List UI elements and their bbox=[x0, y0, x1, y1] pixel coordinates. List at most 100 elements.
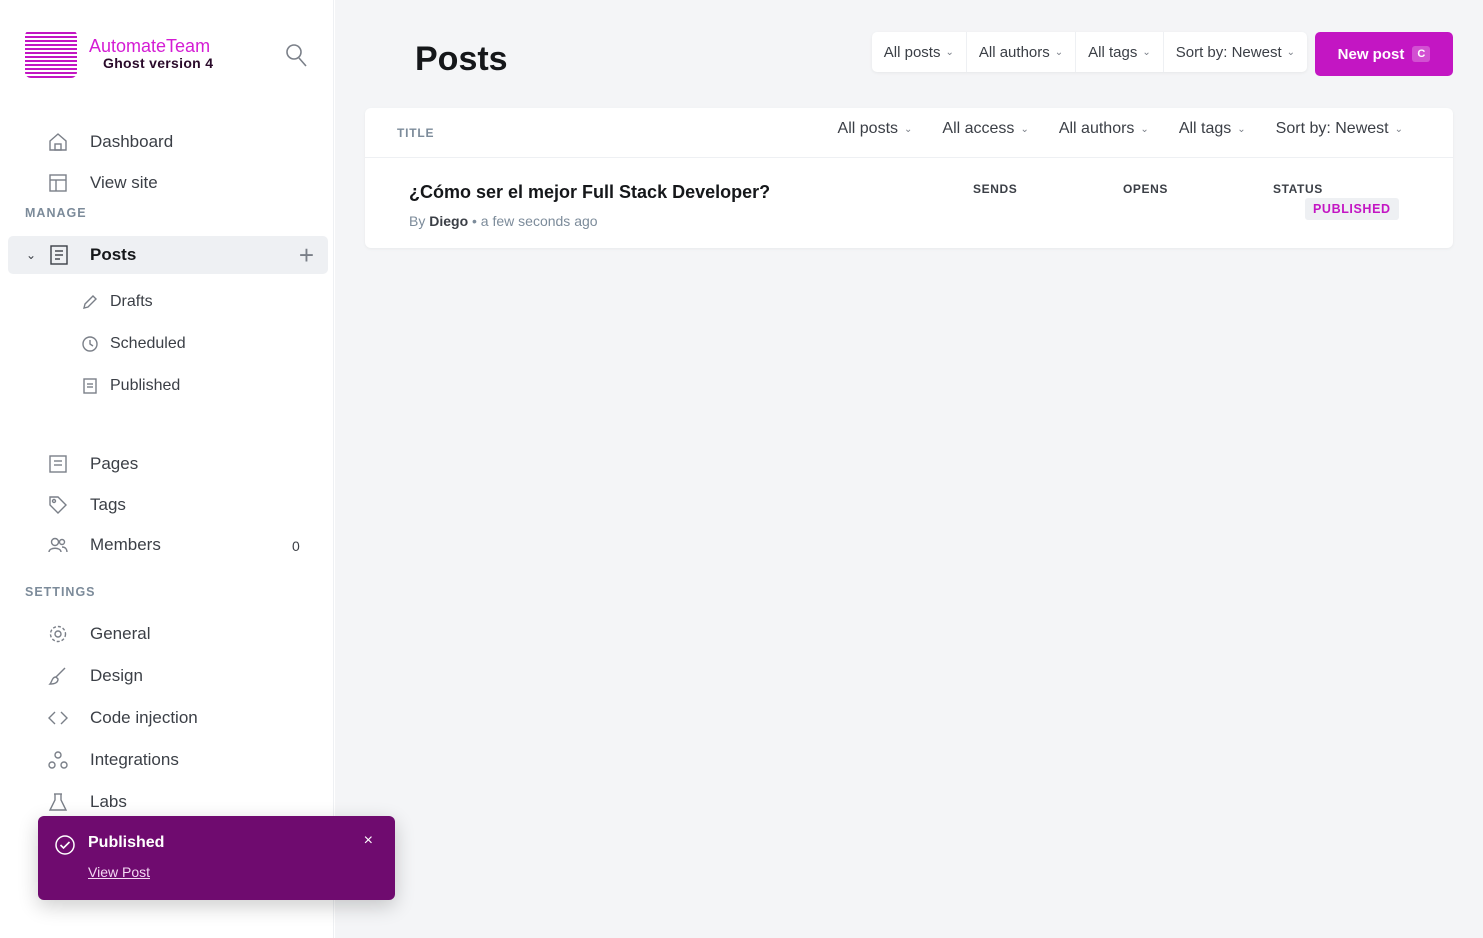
new-post-label: New post bbox=[1337, 45, 1405, 63]
section-label-manage: MANAGE bbox=[25, 206, 87, 220]
table-header: TITLE All posts ⌄ All access ⌄ All authors… bbox=[365, 108, 1453, 158]
table-filter-sort[interactable]: Sort by: Newest ⌄ bbox=[1276, 120, 1403, 138]
filter-label: All tags bbox=[1088, 43, 1138, 61]
posts-icon bbox=[48, 243, 70, 272]
sidebar-item-dashboard[interactable]: Dashboard bbox=[46, 128, 173, 156]
home-icon bbox=[46, 130, 70, 154]
sidebar: AutomateTeam Ghost version 4 Dashboard V… bbox=[0, 0, 334, 938]
table-filter-all-tags[interactable]: All tags ⌄ bbox=[1179, 120, 1246, 138]
sidebar-item-label: Tags bbox=[90, 495, 126, 514]
table-filter-all-access[interactable]: All access ⌄ bbox=[942, 120, 1028, 138]
column-header-title: TITLE bbox=[397, 126, 435, 140]
sidebar-item-label: View site bbox=[90, 173, 158, 192]
post-time: • a few seconds ago bbox=[472, 213, 598, 229]
brand-name: AutomateTeam bbox=[89, 36, 211, 57]
pencil-icon bbox=[83, 295, 97, 309]
sidebar-item-tags[interactable]: Tags bbox=[46, 491, 126, 519]
sidebar-item-design[interactable]: Design bbox=[46, 662, 143, 690]
tag-icon bbox=[46, 493, 70, 517]
filter-label: Sort by: Newest bbox=[1175, 43, 1282, 61]
sidebar-item-label: Code injection bbox=[90, 708, 198, 727]
chevron-down-icon: ⌄ bbox=[1394, 123, 1403, 135]
search-icon[interactable] bbox=[282, 40, 310, 70]
brand[interactable]: AutomateTeam Ghost version 4 bbox=[25, 30, 213, 78]
filter-label: All posts bbox=[837, 120, 899, 137]
sidebar-item-label: Published bbox=[110, 377, 181, 394]
filter-label: All posts bbox=[883, 43, 941, 61]
published-icon bbox=[83, 378, 97, 394]
column-header-status: STATUS bbox=[1273, 182, 1323, 196]
notification-toast: Published View Post × bbox=[38, 816, 395, 900]
close-icon[interactable]: × bbox=[364, 832, 373, 850]
chevron-down-icon: ⌄ bbox=[1237, 123, 1246, 135]
sidebar-subitem-published[interactable]: Published bbox=[80, 373, 180, 399]
brush-icon bbox=[46, 664, 70, 688]
members-count: 0 bbox=[292, 538, 300, 554]
chevron-down-icon: ⌄ bbox=[1020, 123, 1029, 135]
filter-all-tags[interactable]: All tags ⌄ bbox=[1075, 32, 1163, 72]
table-filter-all-posts[interactable]: All posts ⌄ bbox=[838, 120, 913, 138]
integrations-icon bbox=[46, 748, 70, 772]
post-meta: By Diego • a few seconds ago bbox=[409, 213, 598, 229]
flask-icon bbox=[46, 790, 70, 814]
main-content: Posts All posts ⌄ All authors ⌄ All tags ⌄ … bbox=[335, 0, 1483, 938]
filter-label: All authors bbox=[1058, 120, 1135, 137]
gear-icon bbox=[46, 622, 70, 646]
post-author[interactable]: Diego bbox=[429, 213, 468, 229]
filter-bar: All posts ⌄ All authors ⌄ All tags ⌄ Sort b… bbox=[871, 32, 1307, 72]
sidebar-item-label: General bbox=[90, 624, 151, 643]
column-header-sends: SENDS bbox=[973, 182, 1018, 196]
sidebar-item-label: Drafts bbox=[110, 293, 153, 310]
chevron-down-icon[interactable]: ⌄ bbox=[26, 248, 36, 262]
chevron-down-icon: ⌄ bbox=[1054, 46, 1064, 58]
sidebar-subitem-scheduled[interactable]: Scheduled bbox=[80, 331, 186, 357]
page-title: Posts bbox=[415, 40, 508, 78]
post-title[interactable]: ¿Cómo ser el mejor Full Stack Developer? bbox=[409, 182, 770, 203]
chevron-down-icon: ⌄ bbox=[945, 46, 954, 58]
filter-label: Sort by: Newest bbox=[1275, 120, 1389, 137]
filter-all-posts[interactable]: All posts ⌄ bbox=[872, 32, 966, 72]
sidebar-item-label: Members bbox=[90, 535, 161, 554]
add-post-icon[interactable]: + bbox=[299, 242, 314, 268]
keyboard-shortcut: C bbox=[1412, 46, 1431, 62]
filter-label: All tags bbox=[1178, 120, 1232, 137]
sidebar-subitem-drafts[interactable]: Drafts bbox=[80, 289, 153, 315]
sidebar-item-pages[interactable]: Pages bbox=[46, 450, 138, 478]
clock-icon bbox=[82, 336, 98, 352]
sidebar-item-general[interactable]: General bbox=[46, 620, 150, 648]
filter-label: All authors bbox=[978, 43, 1050, 61]
sidebar-item-labs[interactable]: Labs bbox=[46, 788, 127, 816]
sidebar-item-label: Design bbox=[90, 666, 143, 685]
chevron-down-icon: ⌄ bbox=[1286, 46, 1295, 58]
table-row[interactable]: ¿Cómo ser el mejor Full Stack Developer?… bbox=[365, 158, 1453, 248]
sidebar-item-label: Labs bbox=[90, 792, 127, 811]
new-post-button[interactable]: New post C bbox=[1315, 32, 1453, 76]
sidebar-item-code-injection[interactable]: Code injection bbox=[46, 704, 198, 732]
sidebar-item-integrations[interactable]: Integrations bbox=[46, 746, 179, 774]
pages-icon bbox=[46, 452, 70, 476]
chevron-down-icon: ⌄ bbox=[1142, 46, 1151, 58]
sidebar-item-label: Dashboard bbox=[90, 132, 174, 151]
members-icon bbox=[46, 533, 70, 557]
brand-version: Ghost version 4 bbox=[103, 55, 214, 72]
filter-all-authors[interactable]: All authors ⌄ bbox=[965, 32, 1075, 72]
chevron-down-icon: ⌄ bbox=[1140, 123, 1149, 135]
sidebar-item-view-site[interactable]: View site bbox=[46, 169, 158, 197]
sidebar-item-members[interactable]: Members bbox=[46, 531, 161, 559]
code-icon bbox=[46, 706, 70, 730]
check-circle-icon bbox=[54, 834, 76, 861]
post-by: By bbox=[409, 213, 426, 229]
status-badge: PUBLISHED bbox=[1305, 198, 1399, 220]
table-filter-all-authors[interactable]: All authors ⌄ bbox=[1059, 120, 1149, 138]
brand-logo bbox=[25, 30, 77, 78]
sidebar-item-label: Integrations bbox=[90, 750, 179, 769]
window-icon bbox=[46, 171, 70, 195]
sidebar-item-label: Pages bbox=[90, 454, 139, 473]
toast-title: Published bbox=[88, 834, 165, 851]
sidebar-item-label: Posts bbox=[90, 245, 137, 264]
filter-sort[interactable]: Sort by: Newest ⌄ bbox=[1162, 32, 1307, 72]
sidebar-item-posts[interactable]: ⌄ Posts + bbox=[8, 236, 328, 274]
view-post-link[interactable]: View Post bbox=[88, 864, 150, 880]
posts-table: TITLE All posts ⌄ All access ⌄ All authors… bbox=[365, 108, 1453, 248]
sidebar-item-label: Scheduled bbox=[110, 335, 186, 352]
